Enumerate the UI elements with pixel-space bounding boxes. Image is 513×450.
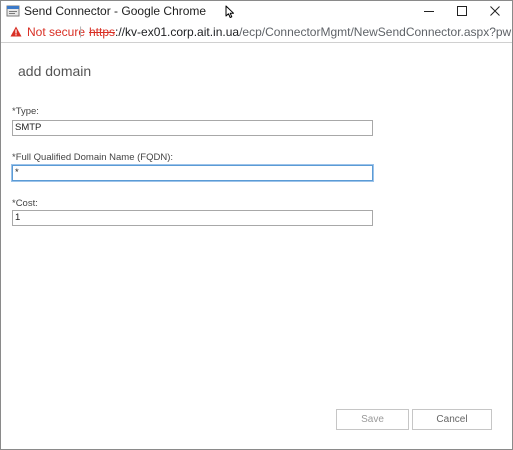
minimize-button[interactable] [413,1,445,21]
maximize-icon [457,6,467,16]
browser-window: Send Connector - Google Chrome Not secur… [0,0,513,450]
mouse-cursor-icon [225,5,235,19]
cancel-button[interactable]: Cancel [412,409,492,430]
warning-triangle-icon[interactable] [10,26,22,37]
address-separator: | [79,24,83,38]
url-path: /ecp/ConnectorMgmt/NewSendConnector.aspx… [239,25,512,39]
title-bar[interactable]: Send Connector - Google Chrome [1,1,512,21]
url-host: ://kv-ex01.corp.ait.in.ua [115,25,240,39]
close-button[interactable] [479,1,511,21]
save-button[interactable]: Save [336,409,409,430]
minimize-icon [424,6,434,16]
dialog-content: add domain *Type: SMTP *Full Qualified D… [1,43,512,449]
close-icon [490,6,500,16]
maximize-button[interactable] [446,1,478,21]
type-label: *Type: [12,106,39,117]
type-field[interactable]: SMTP [12,120,373,136]
url-text[interactable]: https://kv-ex01.corp.ait.in.ua/ecp/Conne… [89,25,512,39]
dialog-title: add domain [18,63,92,79]
cost-field[interactable]: 1 [12,210,373,226]
security-status[interactable]: Not secure [27,25,85,39]
cost-label: *Cost: [12,198,38,209]
address-bar[interactable]: Not secure | https://kv-ex01.corp.ait.in… [1,21,512,43]
fqdn-field[interactable]: * [12,165,373,181]
fqdn-label: *Full Qualified Domain Name (FQDN): [12,152,174,163]
exchange-app-icon [6,4,20,18]
url-scheme: https [89,25,116,39]
window-title: Send Connector - Google Chrome [24,4,207,18]
